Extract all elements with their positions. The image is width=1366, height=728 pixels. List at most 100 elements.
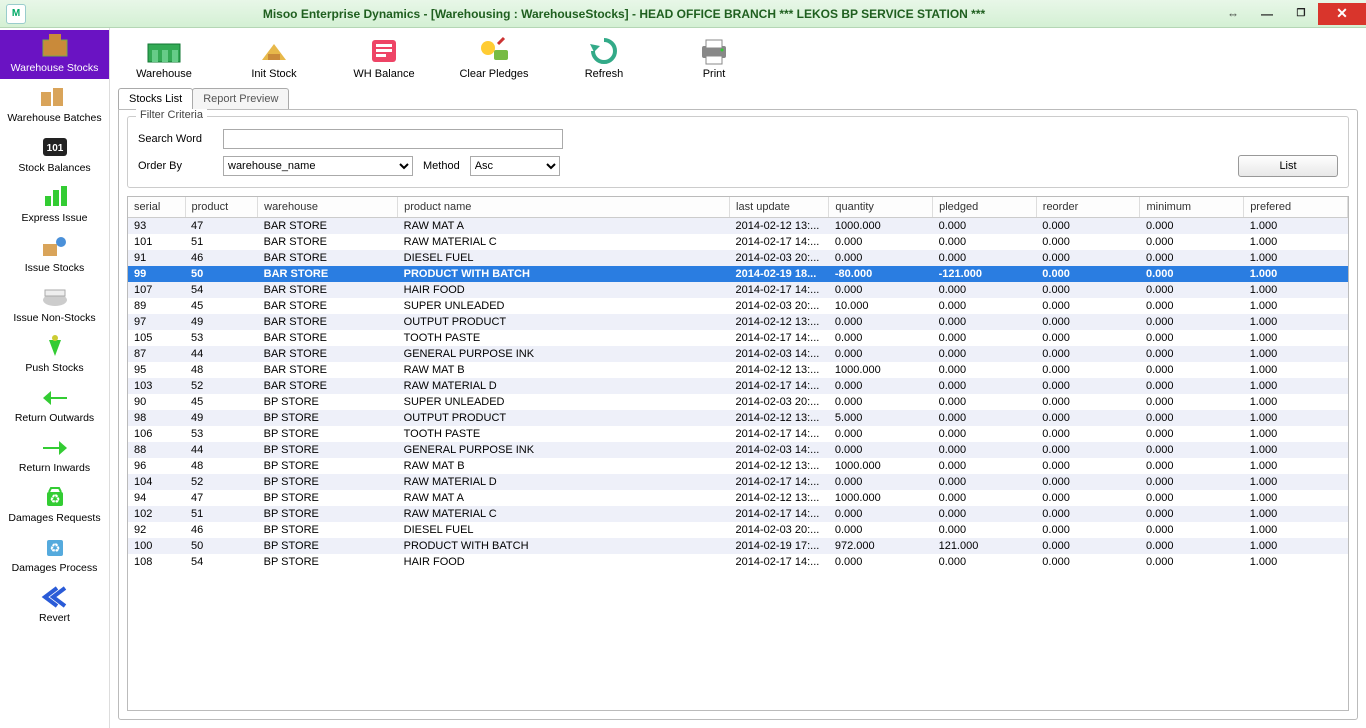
cell: TOOTH PASTE xyxy=(398,330,730,346)
sidebar-item-label: Damages Process xyxy=(4,563,105,574)
cell: 97 xyxy=(128,314,185,330)
cell: 1.000 xyxy=(1244,314,1348,330)
toolbar-init-stock-button[interactable]: Init Stock xyxy=(234,34,314,80)
table-row[interactable]: 8744BAR STOREGENERAL PURPOSE INK2014-02-… xyxy=(128,346,1348,362)
col-header[interactable]: product name xyxy=(398,197,730,218)
cell: 0.000 xyxy=(933,282,1037,298)
cell: 0.000 xyxy=(829,346,933,362)
table-row[interactable]: 9548BAR STORERAW MAT B2014-02-12 13:...1… xyxy=(128,362,1348,378)
sidebar-item-issue-non-stocks[interactable]: Issue Non-Stocks xyxy=(0,280,109,329)
toolbar-icon xyxy=(144,34,184,68)
sidebar-item-warehouse-stocks[interactable]: Warehouse Stocks xyxy=(0,30,109,79)
cell: BAR STORE xyxy=(258,314,398,330)
cell: 0.000 xyxy=(1140,362,1244,378)
sidebar-item-issue-stocks[interactable]: Issue Stocks xyxy=(0,230,109,279)
sidebar-icon: ♻ xyxy=(39,483,71,511)
cell: 0.000 xyxy=(1036,346,1140,362)
cell: 0.000 xyxy=(1036,426,1140,442)
cell: 972.000 xyxy=(829,538,933,554)
col-header[interactable]: last update xyxy=(730,197,829,218)
cell: 1.000 xyxy=(1244,346,1348,362)
table-row[interactable]: 8945BAR STORESUPER UNLEADED2014-02-03 20… xyxy=(128,298,1348,314)
col-header[interactable]: reorder xyxy=(1036,197,1140,218)
cell: 44 xyxy=(185,346,258,362)
sidebar-item-damages-process[interactable]: ♻Damages Process xyxy=(0,530,109,579)
cell: 49 xyxy=(185,314,258,330)
col-header[interactable]: warehouse xyxy=(258,197,398,218)
cell: 1000.000 xyxy=(829,490,933,506)
close-button[interactable]: ✕ xyxy=(1318,3,1366,25)
table-row[interactable]: 9146BAR STOREDIESEL FUEL2014-02-03 20:..… xyxy=(128,250,1348,266)
cell: SUPER UNLEADED xyxy=(398,394,730,410)
sidebar-item-revert[interactable]: Revert xyxy=(0,580,109,629)
tab-report-preview[interactable]: Report Preview xyxy=(192,88,289,109)
cell: 99 xyxy=(128,266,185,282)
sidebar-item-return-inwards[interactable]: Return Inwards xyxy=(0,430,109,479)
table-row[interactable]: 10251BP STORERAW MATERIAL C2014-02-17 14… xyxy=(128,506,1348,522)
table-row[interactable]: 10352BAR STORERAW MATERIAL D2014-02-17 1… xyxy=(128,378,1348,394)
tab-stocks-list[interactable]: Stocks List xyxy=(118,88,193,109)
stocks-grid[interactable]: serialproductwarehouseproduct namelast u… xyxy=(127,196,1349,711)
col-header[interactable]: minimum xyxy=(1140,197,1244,218)
search-input[interactable] xyxy=(223,129,563,149)
col-header[interactable]: quantity xyxy=(829,197,933,218)
table-row[interactable]: 9749BAR STOREOUTPUT PRODUCT2014-02-12 13… xyxy=(128,314,1348,330)
table-row[interactable]: 9447BP STORERAW MAT A2014-02-12 13:...10… xyxy=(128,490,1348,506)
cell: 0.000 xyxy=(1036,506,1140,522)
list-button[interactable]: List xyxy=(1238,155,1338,177)
col-header[interactable]: prefered xyxy=(1244,197,1348,218)
cell: 2014-02-17 14:... xyxy=(730,282,829,298)
cell: GENERAL PURPOSE INK xyxy=(398,442,730,458)
col-header[interactable]: pledged xyxy=(933,197,1037,218)
sidebar-item-damages-requests[interactable]: ♻Damages Requests xyxy=(0,480,109,529)
cell: 0.000 xyxy=(1140,378,1244,394)
toolbar-wh-balance-button[interactable]: WH Balance xyxy=(344,34,424,80)
table-row[interactable]: 10151BAR STORERAW MATERIAL C2014-02-17 1… xyxy=(128,234,1348,250)
restore-button[interactable]: ❐ xyxy=(1284,3,1318,25)
tab-bar: Stocks List Report Preview xyxy=(118,88,1366,109)
table-row[interactable]: 9347BAR STORERAW MAT A2014-02-12 13:...1… xyxy=(128,218,1348,234)
cell: 0.000 xyxy=(1036,330,1140,346)
cell: 0.000 xyxy=(1036,378,1140,394)
collapse-button[interactable]: ⇔ xyxy=(1216,3,1250,25)
sidebar-item-stock-balances[interactable]: 101Stock Balances xyxy=(0,130,109,179)
cell: 0.000 xyxy=(829,474,933,490)
toolbar-refresh-button[interactable]: Refresh xyxy=(564,34,644,80)
sidebar-item-push-stocks[interactable]: Push Stocks xyxy=(0,330,109,379)
table-row[interactable]: 9849BP STOREOUTPUT PRODUCT2014-02-12 13:… xyxy=(128,410,1348,426)
toolbar-label: Print xyxy=(674,68,754,80)
table-row[interactable]: 9648BP STORERAW MAT B2014-02-12 13:...10… xyxy=(128,458,1348,474)
cell: 0.000 xyxy=(1140,490,1244,506)
order-by-select[interactable]: warehouse_name xyxy=(223,156,413,176)
table-row[interactable]: 10050BP STOREPRODUCT WITH BATCH2014-02-1… xyxy=(128,538,1348,554)
cell: 52 xyxy=(185,474,258,490)
table-row[interactable]: 10754BAR STOREHAIR FOOD2014-02-17 14:...… xyxy=(128,282,1348,298)
table-row[interactable]: 10854BP STOREHAIR FOOD2014-02-17 14:...0… xyxy=(128,554,1348,570)
sidebar-item-label: Revert xyxy=(4,613,105,624)
table-row[interactable]: 10452BP STORERAW MATERIAL D2014-02-17 14… xyxy=(128,474,1348,490)
method-select[interactable]: Asc xyxy=(470,156,560,176)
minimize-button[interactable]: — xyxy=(1250,3,1284,25)
cell: 53 xyxy=(185,426,258,442)
col-header[interactable]: serial xyxy=(128,197,185,218)
toolbar-print-button[interactable]: Print xyxy=(674,34,754,80)
sidebar-item-express-issue[interactable]: Express Issue xyxy=(0,180,109,229)
cell: 88 xyxy=(128,442,185,458)
col-header[interactable]: product xyxy=(185,197,258,218)
table-row[interactable]: 9950BAR STOREPRODUCT WITH BATCH2014-02-1… xyxy=(128,266,1348,282)
table-row[interactable]: 9246BP STOREDIESEL FUEL2014-02-03 20:...… xyxy=(128,522,1348,538)
table-row[interactable]: 10553BAR STORETOOTH PASTE2014-02-17 14:.… xyxy=(128,330,1348,346)
cell: 54 xyxy=(185,282,258,298)
table-row[interactable]: 10653BP STORETOOTH PASTE2014-02-17 14:..… xyxy=(128,426,1348,442)
sidebar-item-return-outwards[interactable]: Return Outwards xyxy=(0,380,109,429)
cell: 101 xyxy=(128,234,185,250)
toolbar-clear-pledges-button[interactable]: Clear Pledges xyxy=(454,34,534,80)
cell: 0.000 xyxy=(1140,250,1244,266)
table-row[interactable]: 8844BP STOREGENERAL PURPOSE INK2014-02-0… xyxy=(128,442,1348,458)
cell: BAR STORE xyxy=(258,282,398,298)
table-row[interactable]: 9045BP STORESUPER UNLEADED2014-02-03 20:… xyxy=(128,394,1348,410)
toolbar-warehouse-button[interactable]: Warehouse xyxy=(124,34,204,80)
cell: BP STORE xyxy=(258,394,398,410)
cell: 105 xyxy=(128,330,185,346)
sidebar-item-warehouse-batches[interactable]: Warehouse Batches xyxy=(0,80,109,129)
